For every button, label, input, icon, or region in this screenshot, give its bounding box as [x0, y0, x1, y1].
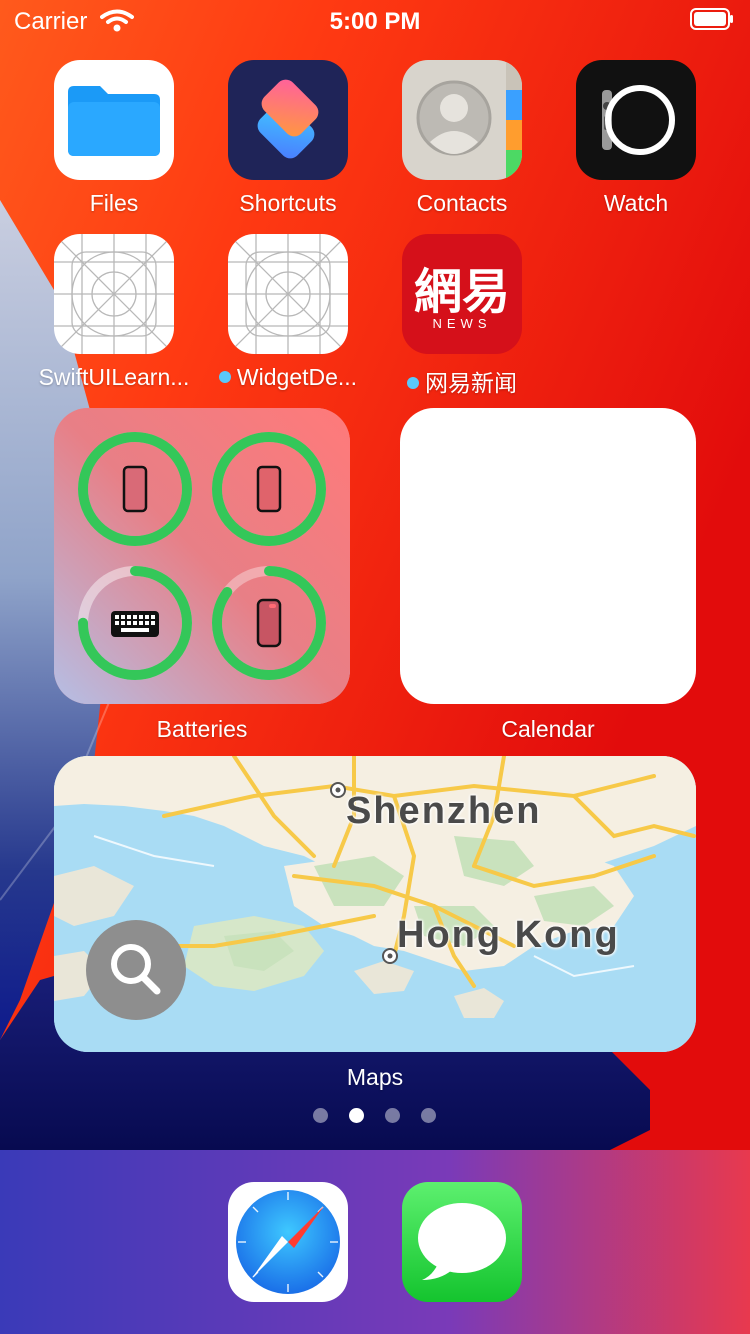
shenzhen-marker-icon [330, 782, 346, 798]
dock-app-safari[interactable] [228, 1182, 348, 1302]
status-bar: Carrier 5:00 PM [0, 0, 750, 40]
app-swiftuilearn[interactable]: SwiftUILearn... [27, 234, 201, 404]
app-contacts[interactable]: Contacts [375, 60, 549, 230]
placeholder-app-grid-icon [228, 234, 348, 354]
hong-kong-marker-icon [382, 948, 398, 964]
new-install-dot [407, 377, 419, 389]
app-label: Contacts [416, 190, 508, 216]
battery-rings [54, 408, 350, 704]
app-label: 网易新闻 [425, 370, 517, 396]
status-time: 5:00 PM [329, 8, 421, 35]
new-install-dot [218, 371, 231, 383]
maps-widget-label: Maps [346, 1064, 404, 1090]
calendar-widget-label: Calendar [501, 716, 595, 742]
search-icon [111, 944, 161, 995]
dock [0, 1150, 750, 1334]
map-label-shenzhen: Shenzhen [346, 790, 542, 832]
messages-bubble-icon [418, 1203, 506, 1280]
app-label: Files [89, 190, 139, 216]
app-shortcuts[interactable]: Shortcuts [201, 60, 375, 230]
batteries-widget[interactable] [54, 408, 350, 704]
map-label-hong-kong: Hong Kong [397, 914, 620, 956]
page-dot[interactable] [313, 1108, 328, 1123]
app-netease-news[interactable]: 網易 NEWS 网易新闻 [375, 234, 549, 404]
dock-app-messages[interactable] [402, 1182, 522, 1302]
app-label: Watch [603, 190, 669, 216]
app-files[interactable]: Files [27, 60, 201, 230]
page-dot[interactable] [385, 1108, 400, 1123]
app-label-with-new-dot: WidgetDe... [201, 364, 375, 391]
app-label: SwiftUILearn... [38, 364, 190, 390]
netease-logo-text: 網易 [413, 264, 510, 320]
calendar-widget[interactable] [400, 408, 696, 704]
watch-icon [576, 60, 696, 180]
app-label: Shortcuts [239, 190, 337, 216]
batteries-widget-label: Batteries [156, 716, 248, 742]
map-search-button[interactable] [86, 920, 186, 1020]
placeholder-app-grid-icon [54, 234, 174, 354]
app-label: WidgetDe... [236, 364, 358, 390]
netease-news-icon: 網易 NEWS [402, 234, 522, 354]
maps-widget[interactable]: Shenzhen Hong Kong [54, 756, 696, 1052]
page-dot[interactable] [421, 1108, 436, 1123]
safari-compass-icon [236, 1190, 340, 1294]
app-watch[interactable]: Watch [549, 60, 723, 230]
netease-logo-subtext: NEWS [432, 316, 492, 331]
files-folder-icon [54, 60, 174, 180]
shortcuts-icon [228, 60, 348, 180]
page-dot-current[interactable] [349, 1108, 364, 1123]
battery-icon [690, 8, 733, 30]
contacts-icon [402, 60, 522, 180]
app-widgetdemo[interactable]: WidgetDe... [201, 234, 375, 404]
app-label-with-new-dot: 网易新闻 [375, 364, 549, 398]
